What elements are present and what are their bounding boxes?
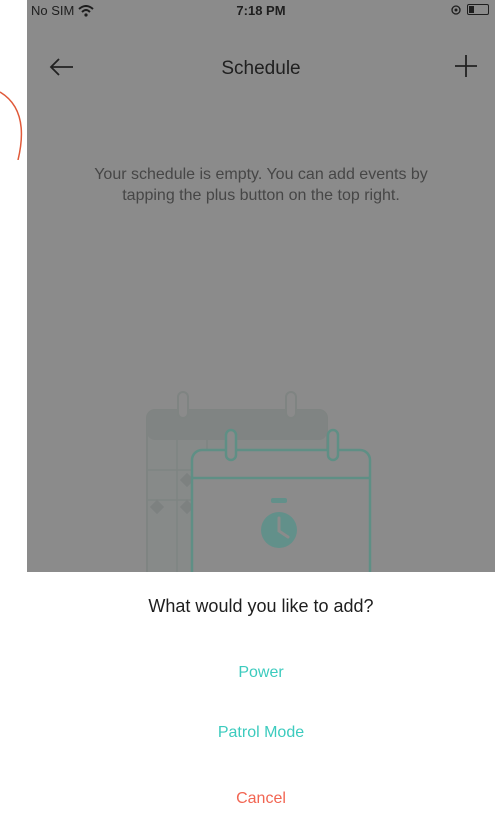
status-time: 7:18 PM	[236, 3, 286, 18]
status-bar: No SIM 7:18 PM	[27, 0, 495, 22]
calendar-timer-illustration	[146, 391, 372, 580]
plus-icon[interactable]	[451, 51, 481, 81]
option-patrol-mode-button[interactable]: Patrol Mode	[27, 724, 495, 742]
page-title: Schedule	[221, 58, 301, 79]
option-power-button[interactable]: Power	[27, 664, 495, 682]
screen: No SIM 7:18 PM Schedule Your schedule is…	[0, 0, 495, 824]
cancel-button[interactable]: Cancel	[27, 790, 495, 808]
left-margin	[0, 0, 27, 824]
action-sheet-title: What would you like to add?	[148, 596, 374, 616]
battery-level	[469, 6, 474, 13]
phone-screen: No SIM 7:18 PM Schedule Your schedule is…	[27, 0, 495, 824]
empty-state-message: Your schedule is empty. You can add even…	[94, 166, 428, 204]
nav-bar: Schedule	[27, 44, 495, 94]
dimmed-background[interactable]: No SIM 7:18 PM Schedule Your schedule is…	[27, 0, 495, 580]
action-sheet: What would you like to add? Power Patrol…	[27, 572, 495, 824]
battery-icon	[467, 4, 489, 15]
status-right	[451, 4, 489, 15]
orientation-lock-icon	[451, 4, 461, 15]
